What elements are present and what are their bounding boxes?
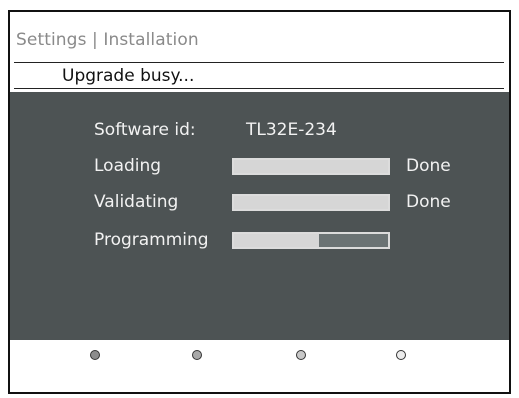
software-id-value: TL32E-234 xyxy=(246,120,337,140)
status-title: Upgrade busy... xyxy=(62,66,195,86)
loading-progress-bar xyxy=(232,158,390,175)
validating-label: Validating xyxy=(94,192,179,212)
programming-progress-fill xyxy=(234,234,319,247)
validating-status: Done xyxy=(406,192,451,212)
validating-progress-bar xyxy=(232,194,390,211)
loading-progress-fill xyxy=(234,160,388,173)
yellow-key-dot[interactable] xyxy=(296,350,306,360)
green-key-dot[interactable] xyxy=(192,350,202,360)
validating-progress-fill xyxy=(234,196,388,209)
status-header: Upgrade busy... xyxy=(14,62,504,89)
breadcrumb: Settings | Installation xyxy=(16,30,199,50)
blue-key-dot[interactable] xyxy=(396,350,406,360)
software-id-label: Software id: xyxy=(94,120,196,140)
red-key-dot[interactable] xyxy=(90,350,100,360)
programming-label: Programming xyxy=(94,230,209,250)
programming-progress-bar xyxy=(232,232,390,249)
loading-status: Done xyxy=(406,156,451,176)
color-key-footer xyxy=(10,340,509,392)
upgrade-panel: Software id: TL32E-234 Loading Done Vali… xyxy=(10,92,509,340)
loading-label: Loading xyxy=(94,156,162,176)
